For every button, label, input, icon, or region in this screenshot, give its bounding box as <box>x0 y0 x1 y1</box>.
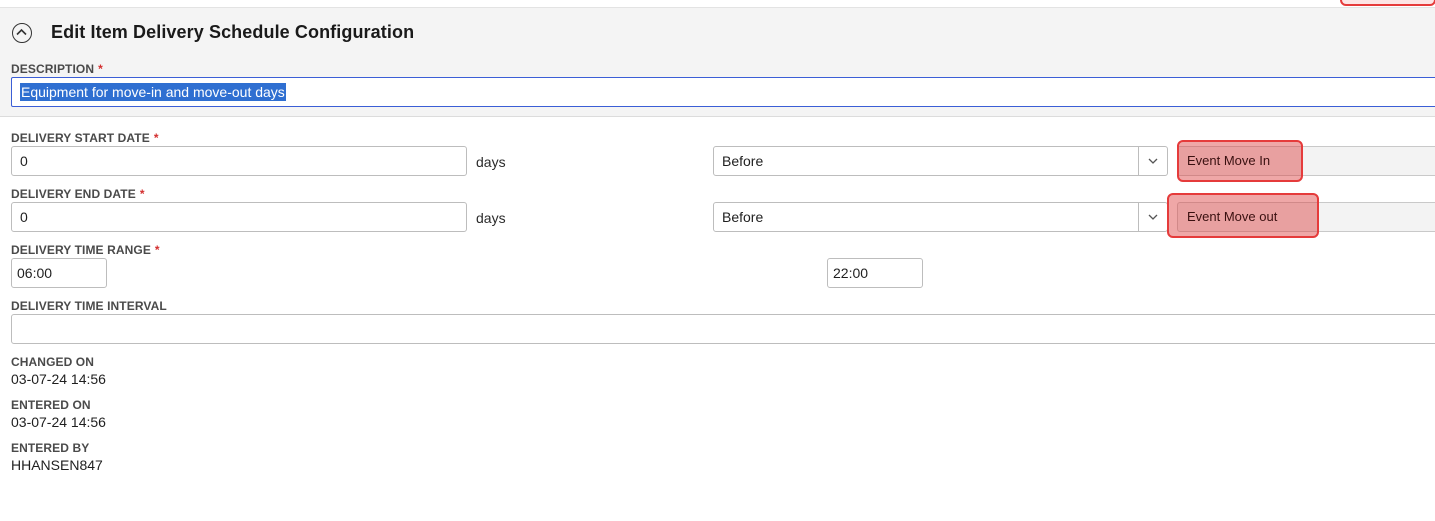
entered-on-label: ENTERED ON <box>11 398 91 412</box>
chevron-down-icon <box>1148 158 1158 164</box>
dropdown-arrow[interactable] <box>1138 203 1167 231</box>
changed-on-value: 03-07-24 14:56 <box>11 371 106 387</box>
delivery-end-unit: days <box>476 210 506 226</box>
dropdown-arrow[interactable] <box>1138 147 1167 175</box>
entered-by-value: HHANSEN847 <box>11 457 103 473</box>
delivery-end-relation-value: Before <box>722 209 764 225</box>
entered-on-value: 03-07-24 14:56 <box>11 414 106 430</box>
delivery-start-relation-value: Before <box>722 153 764 169</box>
delivery-start-relation-select[interactable]: Before <box>713 146 1168 176</box>
delivery-end-event-value: Event Move out <box>1187 209 1278 224</box>
required-mark: * <box>139 187 145 201</box>
offscreen-highlight-fragment <box>1340 0 1435 6</box>
changed-on-label: CHANGED ON <box>11 355 95 369</box>
delivery-start-unit: days <box>476 154 506 170</box>
delivery-end-relation-select[interactable]: Before <box>713 202 1168 232</box>
delivery-start-event-value: Event Move In <box>1187 153 1271 168</box>
delivery-end-days-input[interactable]: 0 <box>11 202 467 232</box>
time-interval-input[interactable] <box>11 314 1435 344</box>
description-input[interactable]: Equipment for move-in and move-out days <box>11 77 1435 107</box>
delivery-end-label: DELIVERY END DATE * <box>11 187 145 201</box>
chevron-down-icon <box>1148 214 1158 220</box>
delivery-start-days-input[interactable]: 0 <box>11 146 467 176</box>
entered-by-label: ENTERED BY <box>11 441 90 455</box>
description-selected-text: Equipment for move-in and move-out days <box>20 83 286 101</box>
time-range-end-input[interactable]: 22:00 <box>827 258 923 288</box>
delivery-time-interval-label: DELIVERY TIME INTERVAL <box>11 299 167 313</box>
collapse-section-button[interactable] <box>12 23 32 43</box>
required-mark: * <box>153 131 159 145</box>
required-mark: * <box>98 62 103 76</box>
delivery-start-label: DELIVERY START DATE * <box>11 131 159 145</box>
page-title: Edit Item Delivery Schedule Configuratio… <box>51 22 415 42</box>
chevron-up-circle-icon <box>16 28 27 36</box>
delivery-time-range-label: DELIVERY TIME RANGE * <box>11 243 160 257</box>
time-range-start-input[interactable]: 06:00 <box>11 258 107 288</box>
description-label: DESCRIPTION * <box>11 62 103 76</box>
required-mark: * <box>154 243 160 257</box>
